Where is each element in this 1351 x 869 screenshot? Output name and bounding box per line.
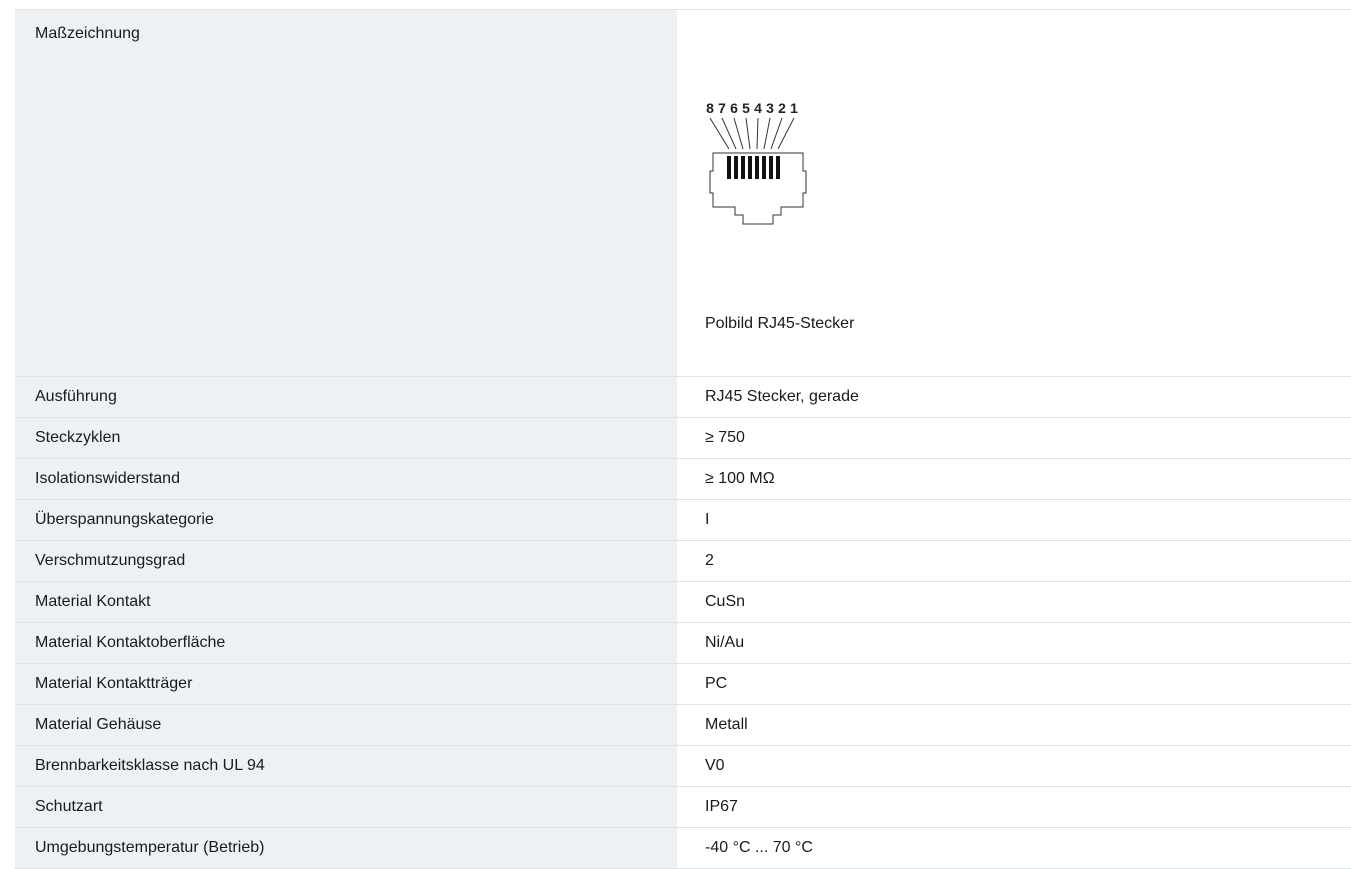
spec-value: Metall bbox=[705, 716, 748, 733]
spec-row: Material Kontakt CuSn bbox=[15, 582, 1351, 623]
spec-label: Ausführung bbox=[15, 377, 677, 417]
spec-row: Steckzyklen ≥ 750 bbox=[15, 418, 1351, 459]
spec-label: Material Kontaktträger bbox=[15, 664, 677, 704]
spec-label: Brennbarkeitsklasse nach UL 94 bbox=[15, 746, 677, 786]
drawing-caption: Polbild RJ45-Stecker bbox=[705, 315, 855, 332]
spec-row: Material Kontaktträger PC bbox=[15, 664, 1351, 705]
spec-row: Verschmutzungsgrad 2 bbox=[15, 541, 1351, 582]
pin-number-3: 3 bbox=[766, 100, 774, 116]
spec-row: Isolationswiderstand ≥ 100 MΩ bbox=[15, 459, 1351, 500]
spec-value: CuSn bbox=[705, 593, 746, 610]
spec-label: Isolationswiderstand bbox=[15, 459, 677, 499]
spec-label: Material Gehäuse bbox=[15, 705, 677, 745]
pin-number-6: 6 bbox=[730, 100, 738, 116]
pin-number-labels: 8 7 6 5 4 3 2 1 bbox=[706, 100, 798, 116]
spec-value: V0 bbox=[705, 757, 725, 774]
drawing-row: Maßzeichnung 8 7 6 5 4 3 2 1 Polbild RJ4… bbox=[15, 10, 1351, 377]
rj45-pinout-drawing: 8 7 6 5 4 3 2 1 bbox=[706, 100, 807, 225]
spec-value: ≥ 750 bbox=[705, 429, 745, 446]
spec-row: Schutzart IP67 bbox=[15, 787, 1351, 828]
spec-row: Material Gehäuse Metall bbox=[15, 705, 1351, 746]
spec-row: Umgebungstemperatur (Betrieb) -40 °C ...… bbox=[15, 828, 1351, 869]
spec-row: Ausführung RJ45 Stecker, gerade bbox=[15, 377, 1351, 418]
spec-label: Schutzart bbox=[15, 787, 677, 827]
spec-value: I bbox=[705, 511, 710, 528]
spec-label: Umgebungstemperatur (Betrieb) bbox=[15, 828, 677, 868]
spec-label: Steckzyklen bbox=[15, 418, 677, 458]
spec-label: Material Kontaktoberfläche bbox=[15, 623, 677, 663]
spec-label: Material Kontakt bbox=[15, 582, 677, 622]
drawing-cell: 8 7 6 5 4 3 2 1 Polbild RJ45-Stecker bbox=[677, 10, 1351, 376]
drawing-label: Maßzeichnung bbox=[15, 10, 677, 376]
spec-row: Überspannungskategorie I bbox=[15, 500, 1351, 541]
spec-value: 2 bbox=[705, 552, 714, 569]
spec-label: Verschmutzungsgrad bbox=[15, 541, 677, 581]
spec-value: Ni/Au bbox=[705, 634, 745, 651]
spec-table: Maßzeichnung 8 7 6 5 4 3 2 1 Polbild RJ4… bbox=[15, 9, 1351, 869]
pin-number-8: 8 bbox=[706, 100, 714, 116]
spec-value: ≥ 100 MΩ bbox=[705, 470, 775, 487]
pin-leader-lines bbox=[709, 117, 795, 150]
pin-number-2: 2 bbox=[778, 100, 786, 116]
contact-pins bbox=[727, 156, 780, 179]
spec-value: PC bbox=[705, 675, 728, 692]
spec-row: Material Kontaktoberfläche Ni/Au bbox=[15, 623, 1351, 664]
spec-value: -40 °C ... 70 °C bbox=[705, 839, 813, 856]
spec-label: Überspannungskategorie bbox=[15, 500, 677, 540]
pin-number-1: 1 bbox=[790, 100, 798, 116]
pin-number-5: 5 bbox=[742, 100, 750, 116]
spec-row: Brennbarkeitsklasse nach UL 94 V0 bbox=[15, 746, 1351, 787]
spec-value: RJ45 Stecker, gerade bbox=[705, 388, 859, 405]
pin-number-7: 7 bbox=[718, 100, 726, 116]
pin-number-4: 4 bbox=[754, 100, 762, 116]
spec-value: IP67 bbox=[705, 798, 738, 815]
